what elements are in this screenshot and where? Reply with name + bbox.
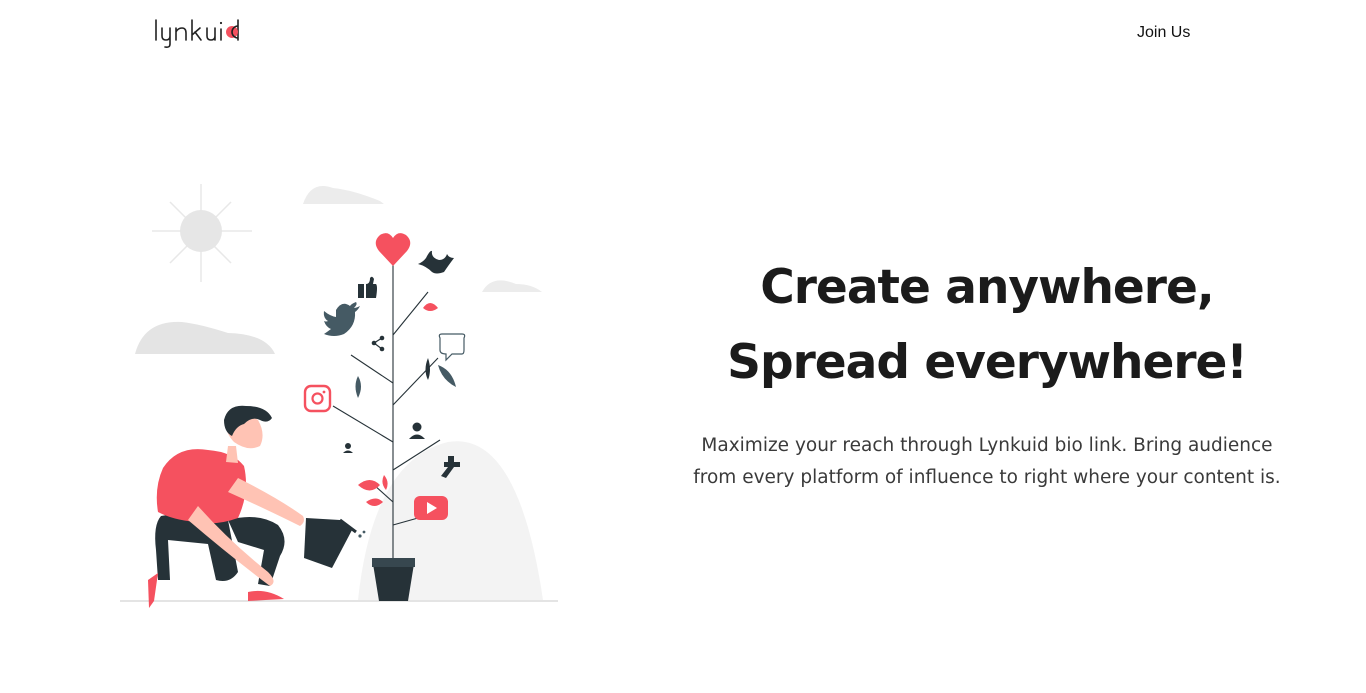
leaf-shape (355, 376, 361, 398)
thumbs-up-icon (358, 276, 377, 298)
hero-headline: Create anywhere, Spread everywhere! (727, 260, 1248, 390)
leaf-shape (438, 365, 456, 387)
instagram-icon (303, 384, 332, 413)
hero-subtitle: Maximize your reach through Lynkuid bio … (693, 435, 1281, 488)
leaf-shape (366, 498, 383, 506)
leaf-shape (425, 358, 430, 380)
user-icon (409, 422, 425, 439)
join-us-link[interactable]: Join Us (1137, 24, 1190, 42)
snapchat-icon (418, 250, 454, 274)
user-icon (343, 443, 353, 453)
navbar: Join Us (0, 0, 1366, 70)
cloud-shape (135, 321, 275, 354)
person-illustration (148, 405, 366, 608)
cloud-shape (482, 280, 542, 292)
hero-illustration (120, 184, 558, 608)
youtube-icon (414, 496, 448, 520)
share-icon (371, 335, 385, 352)
leaf-shape (382, 475, 388, 490)
heart-icon (375, 233, 411, 266)
leaf-shape (358, 480, 380, 491)
hero-section: Create anywhere, Spread everywhere! Maxi… (672, 250, 1302, 494)
cloud-shape (303, 186, 384, 204)
leaf-shape (423, 303, 438, 311)
sun-icon (152, 184, 252, 282)
chat-bubble-icon (438, 333, 466, 362)
lynkuid-logo[interactable] (152, 14, 248, 50)
twitter-icon (323, 302, 360, 336)
flower-pot-rim (372, 558, 415, 567)
